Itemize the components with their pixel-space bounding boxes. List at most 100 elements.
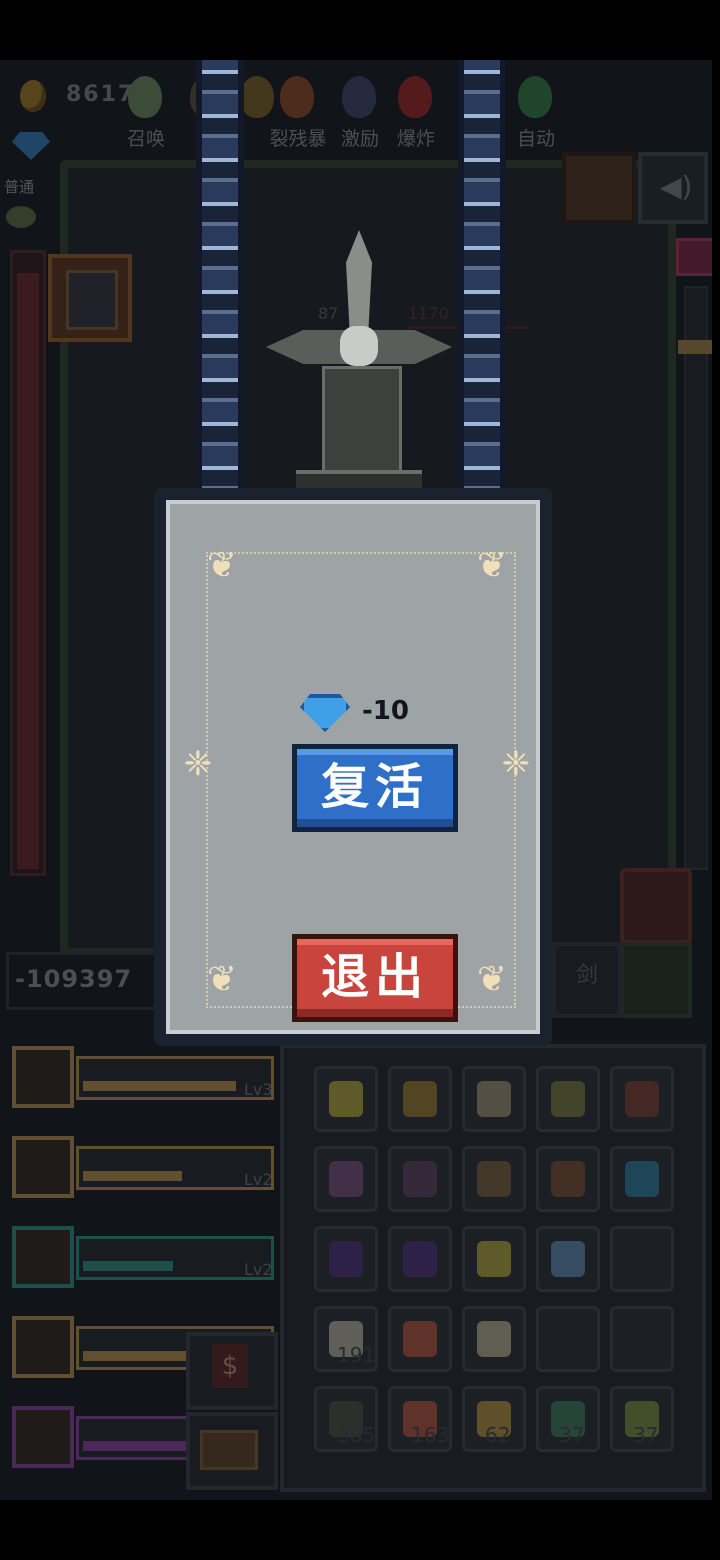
- gem-icon: [12, 132, 50, 160]
- skill-icon[interactable]: [12, 1046, 74, 1108]
- inventory-slot[interactable]: [314, 1226, 378, 1292]
- inventory-slot[interactable]: [462, 1226, 526, 1292]
- skull-icon: [340, 326, 378, 366]
- skill-progress-fill: [83, 1351, 191, 1361]
- inventory-slot[interactable]: [536, 1066, 600, 1132]
- item-count: 37: [559, 1423, 585, 1447]
- inventory-slot[interactable]: [388, 1066, 452, 1132]
- exit-button[interactable]: 退出: [292, 934, 458, 1022]
- egg-icon[interactable]: [240, 76, 274, 118]
- inventory-slot[interactable]: [314, 1066, 378, 1132]
- score-value: -109397: [15, 965, 133, 993]
- skill-icon[interactable]: [12, 1136, 74, 1198]
- skill-icon[interactable]: [12, 1226, 74, 1288]
- dialog-panel: ❦ ❦ ❦ ❦ ❈ ❈ -10 复活 退出: [166, 500, 540, 1034]
- scroll-button[interactable]: [562, 152, 636, 224]
- inventory-slot[interactable]: 163: [388, 1386, 452, 1452]
- skill-progress-fill: [83, 1441, 191, 1451]
- inventory-slot[interactable]: [314, 1146, 378, 1212]
- skill-row[interactable]: Lv2: [12, 1226, 274, 1296]
- staff-icon: [477, 1241, 511, 1277]
- inventory-slot[interactable]: 37: [610, 1386, 674, 1452]
- treasure-chest-icon[interactable]: [676, 238, 712, 276]
- gold-coin-icon: [20, 80, 46, 112]
- inventory-slot[interactable]: [536, 1306, 600, 1372]
- bag-icon: [625, 1081, 659, 1117]
- right-chain: [458, 60, 506, 520]
- sword-button[interactable]: 剑: [552, 942, 622, 1018]
- inventory-slot[interactable]: [536, 1226, 600, 1292]
- egg-label: 激励: [340, 128, 379, 150]
- skill-progress-fill: [83, 1261, 173, 1271]
- left-chain: [196, 60, 244, 520]
- inventory-slot[interactable]: [388, 1146, 452, 1212]
- revive-dialog: ❦ ❦ ❦ ❦ ❈ ❈ -10 复活 退出: [154, 488, 552, 1046]
- skill-icon[interactable]: [12, 1406, 74, 1468]
- egg-label: 裂残暴: [269, 128, 327, 150]
- inventory-slot[interactable]: [610, 1066, 674, 1132]
- revive-cost-amount: -10: [362, 696, 409, 726]
- tome-green-icon: [551, 1161, 585, 1197]
- egg-label: 爆炸: [396, 128, 435, 150]
- inventory-slot[interactable]: [462, 1306, 526, 1372]
- item-count: 163: [411, 1423, 450, 1447]
- egg-icon[interactable]: [280, 76, 314, 118]
- bow-dark-icon: [403, 1161, 437, 1197]
- inventory-slot[interactable]: [462, 1146, 526, 1212]
- shield-icon: [329, 1241, 363, 1277]
- revive-button[interactable]: 复活: [292, 744, 458, 832]
- inventory-slot[interactable]: [388, 1306, 452, 1372]
- ornament-corner-br: ❦: [476, 959, 508, 1000]
- inventory-slot[interactable]: 37: [536, 1386, 600, 1452]
- egg-label: 召唤: [126, 128, 165, 150]
- inventory-grid: 191 385 163 62 37 37: [280, 1044, 706, 1492]
- egg-icon[interactable]: [342, 76, 376, 118]
- tome-icon: [477, 1161, 511, 1197]
- score-display: -109397: [6, 952, 162, 1010]
- staff-blue-icon: [551, 1241, 585, 1277]
- spellbook-icon: [66, 270, 118, 330]
- skill-icon[interactable]: [12, 1316, 74, 1378]
- eye-icon[interactable]: [6, 206, 36, 228]
- spellbook-card[interactable]: [48, 254, 132, 342]
- inventory-slot[interactable]: [462, 1066, 526, 1132]
- axe-button[interactable]: [620, 942, 692, 1018]
- speaker-icon: ◀): [660, 170, 693, 203]
- inventory-slot[interactable]: 62: [462, 1386, 526, 1452]
- statue-body: [322, 366, 402, 482]
- skill-row[interactable]: Lv3: [12, 1046, 274, 1116]
- bomb-button[interactable]: [620, 868, 692, 944]
- ornament-left: ❈: [183, 744, 213, 784]
- inventory-slot[interactable]: [610, 1146, 674, 1212]
- inventory-slot[interactable]: [610, 1306, 674, 1372]
- chest-button[interactable]: [186, 1412, 278, 1490]
- inventory-slot[interactable]: 385: [314, 1386, 378, 1452]
- ring-icon: [551, 1081, 585, 1117]
- item-count: 191: [337, 1343, 376, 1367]
- egg-icon[interactable]: [518, 76, 552, 118]
- inventory-slot[interactable]: [388, 1226, 452, 1292]
- inventory-slot[interactable]: [536, 1146, 600, 1212]
- egg-icon[interactable]: [398, 76, 432, 118]
- egg-icon[interactable]: [128, 76, 162, 118]
- sword-statue: [266, 230, 452, 520]
- inventory-slot[interactable]: 191: [314, 1306, 378, 1372]
- shield-icon: [403, 1241, 437, 1277]
- ornament-right: ❈: [501, 744, 531, 784]
- potion-red-icon: [403, 1321, 437, 1357]
- skill-row[interactable]: Lv2: [12, 1136, 274, 1206]
- item-count: 62: [485, 1423, 511, 1447]
- sound-button[interactable]: ◀): [638, 152, 708, 224]
- skill-level: Lv3: [244, 1080, 273, 1099]
- skill-level: Lv2: [244, 1170, 273, 1189]
- ornament-corner-tl: ❦: [206, 545, 238, 586]
- skill-level: Lv2: [244, 1260, 273, 1279]
- right-gauge: [678, 286, 712, 870]
- wand-icon: [477, 1081, 511, 1117]
- difficulty-label: 普通: [4, 178, 35, 196]
- ornament-corner-bl: ❦: [206, 959, 238, 1000]
- inventory-slot[interactable]: [610, 1226, 674, 1292]
- shop-button[interactable]: $: [186, 1332, 278, 1410]
- dollar-icon: $: [212, 1344, 248, 1388]
- staff-icon: [329, 1081, 363, 1117]
